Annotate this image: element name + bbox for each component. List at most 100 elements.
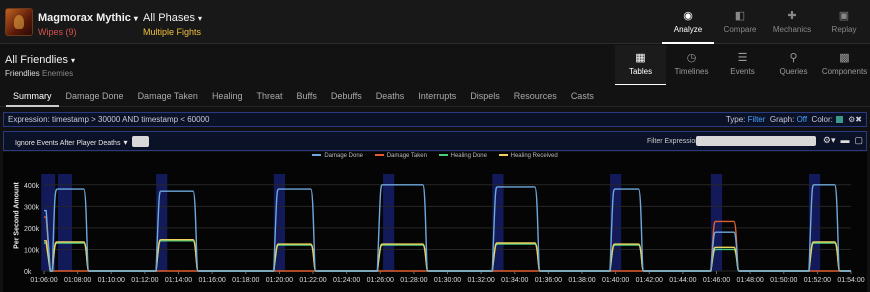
x-tick-label: 01:42:00 xyxy=(636,277,663,284)
chart-legend: Damage Done Damage Taken Healing Done He… xyxy=(3,153,867,159)
expression-bar[interactable]: Expression: timestamp > 30000 AND timest… xyxy=(3,112,867,127)
legend-label: Damage Done xyxy=(324,153,364,159)
tab-threat[interactable]: Threat xyxy=(249,85,289,107)
caret-down-icon: ▾ xyxy=(197,14,202,23)
phase-name: All Phases xyxy=(143,12,195,24)
y-tick-label: 200k xyxy=(24,226,40,233)
tab-damage-taken[interactable]: Damage Taken xyxy=(131,85,205,107)
filter-expression-input[interactable] xyxy=(696,136,816,146)
phase-subtitle: Multiple Fights xyxy=(143,27,202,37)
boss-selector[interactable]: Magmorax Mythic ▾ xyxy=(38,12,138,24)
maximize-icon[interactable]: ▢ xyxy=(854,135,863,146)
legend-healing-done[interactable]: Healing Done xyxy=(438,153,487,159)
x-tick-label: 01:08:00 xyxy=(64,277,91,284)
caret-down-icon: ▾ xyxy=(133,14,138,23)
tab-casts[interactable]: Casts xyxy=(564,85,601,107)
x-tick-label: 01:44:00 xyxy=(669,277,696,284)
filter-expression-label: Filter Expression: xyxy=(647,138,702,145)
view-tables[interactable]: ▦ Tables xyxy=(615,45,666,85)
view-queries[interactable]: ⚲ Queries xyxy=(768,45,819,85)
nav-analyze[interactable]: ◉ Analyze xyxy=(662,0,714,44)
ignore-deaths-dropdown[interactable]: Ignore Events After Player Deaths ▾ xyxy=(15,138,127,147)
x-tick-label: 01:38:00 xyxy=(568,277,595,284)
phase-selector[interactable]: All Phases ▾ xyxy=(143,12,202,24)
legend-line xyxy=(374,154,384,156)
y-tick-label: 100k xyxy=(24,247,40,254)
graph-area: 0k 100k 200k 300k 400k 01:06:00 01:08:00 01:10:… xyxy=(3,152,867,292)
legend-label: Healing Received xyxy=(510,153,558,159)
graph-value[interactable]: Off xyxy=(797,115,808,124)
x-tick-label: 01:10:00 xyxy=(98,277,125,284)
legend-damage-taken[interactable]: Damage Taken xyxy=(374,153,427,159)
x-tick-label: 01:22:00 xyxy=(299,277,326,284)
nav-replay[interactable]: ▣ Replay xyxy=(818,0,870,44)
y-axis-label: Per Second Amount xyxy=(13,182,21,249)
tab-interrupts[interactable]: Interrupts xyxy=(411,85,463,107)
legend-healing-received[interactable]: Healing Received xyxy=(498,153,558,159)
x-tick-label: 01:24:00 xyxy=(333,277,360,284)
view-components[interactable]: ▩ Components xyxy=(819,45,870,85)
view-label: Events xyxy=(730,67,755,76)
x-tick-label: 01:40:00 xyxy=(602,277,629,284)
graph-panel-header: Ignore Events After Player Deaths ▾ Filte… xyxy=(3,131,867,151)
puzzle-icon: ✚ xyxy=(787,10,797,22)
nav-label: Compare xyxy=(723,25,757,34)
gear-icon[interactable]: ⚙▾ xyxy=(823,135,836,146)
x-tick-label: 01:20:00 xyxy=(266,277,293,284)
x-tick-label: 01:26:00 xyxy=(367,277,394,284)
x-tick-label: 01:34:00 xyxy=(501,277,528,284)
source-selector[interactable]: All Friendlies ▾ xyxy=(5,54,75,66)
source-title: All Friendlies xyxy=(5,54,68,66)
ignore-deaths-toggle[interactable] xyxy=(132,136,149,147)
compare-icon: ◧ xyxy=(734,10,746,22)
highlight-band xyxy=(383,174,395,271)
tab-buffs[interactable]: Buffs xyxy=(289,85,323,107)
tab-deaths[interactable]: Deaths xyxy=(369,85,412,107)
boss-avatar[interactable] xyxy=(5,8,33,36)
boss-name: Magmorax Mythic xyxy=(38,12,131,24)
tab-dispels[interactable]: Dispels xyxy=(463,85,507,107)
chart-svg[interactable]: 0k 100k 200k 300k 400k 01:06:00 01:08:00 01:10:… xyxy=(3,152,867,292)
close-icon[interactable]: ✖ xyxy=(855,115,862,124)
x-tick-label: 01:16:00 xyxy=(199,277,226,284)
view-events[interactable]: ☰ Events xyxy=(717,45,768,85)
color-label: Color: xyxy=(811,115,833,124)
x-tick-label: 01:06:00 xyxy=(30,277,57,284)
tab-resources[interactable]: Resources xyxy=(507,85,564,107)
panel-controls: ⚙▾ ▬ ▢ xyxy=(823,135,863,146)
friendlies-link[interactable]: Friendlies xyxy=(5,69,40,78)
eye-icon: ◉ xyxy=(683,10,693,22)
view-timelines[interactable]: ◷ Timelines xyxy=(666,45,717,85)
x-tick-label: 01:12:00 xyxy=(131,277,158,284)
x-tick-label: 01:52:00 xyxy=(804,277,831,284)
view-label: Timelines xyxy=(674,67,709,76)
x-tick-label: 01:18:00 xyxy=(232,277,259,284)
nav-label: Analyze xyxy=(673,25,703,34)
tab-summary[interactable]: Summary xyxy=(6,85,59,107)
top-nav: ◉ Analyze ◧ Compare ✚ Mechanics ▣ Replay xyxy=(662,0,870,44)
x-tick-label: 01:48:00 xyxy=(737,277,764,284)
tab-healing[interactable]: Healing xyxy=(205,85,250,107)
analysis-tabs: Summary Damage Done Damage Taken Healing… xyxy=(0,85,870,107)
type-label: Type: xyxy=(725,115,746,124)
type-value[interactable]: Filter xyxy=(748,115,766,124)
tab-damage-done[interactable]: Damage Done xyxy=(59,85,131,107)
x-tick-label: 01:30:00 xyxy=(434,277,461,284)
enemies-link[interactable]: Enemies xyxy=(42,69,73,78)
y-tick-label: 0k xyxy=(24,269,32,276)
replay-icon: ▣ xyxy=(838,10,850,22)
minimize-icon[interactable]: ▬ xyxy=(840,135,849,146)
view-label: Tables xyxy=(628,67,653,76)
nav-compare[interactable]: ◧ Compare xyxy=(714,0,766,44)
expression-value[interactable]: timestamp > 30000 AND timestamp < 60000 xyxy=(52,115,209,124)
color-swatch[interactable] xyxy=(835,116,843,123)
legend-line xyxy=(498,154,508,156)
tab-debuffs[interactable]: Debuffs xyxy=(324,85,369,107)
list-icon: ☰ xyxy=(737,52,748,64)
legend-damage-done[interactable]: Damage Done xyxy=(312,153,363,159)
graph-label: Graph: xyxy=(769,115,795,124)
legend-line xyxy=(312,154,322,156)
nav-mechanics[interactable]: ✚ Mechanics xyxy=(766,0,818,44)
x-tick-label: 01:46:00 xyxy=(703,277,730,284)
view-nav: ▦ Tables ◷ Timelines ☰ Events ⚲ Queries ▩ Com… xyxy=(615,45,870,85)
